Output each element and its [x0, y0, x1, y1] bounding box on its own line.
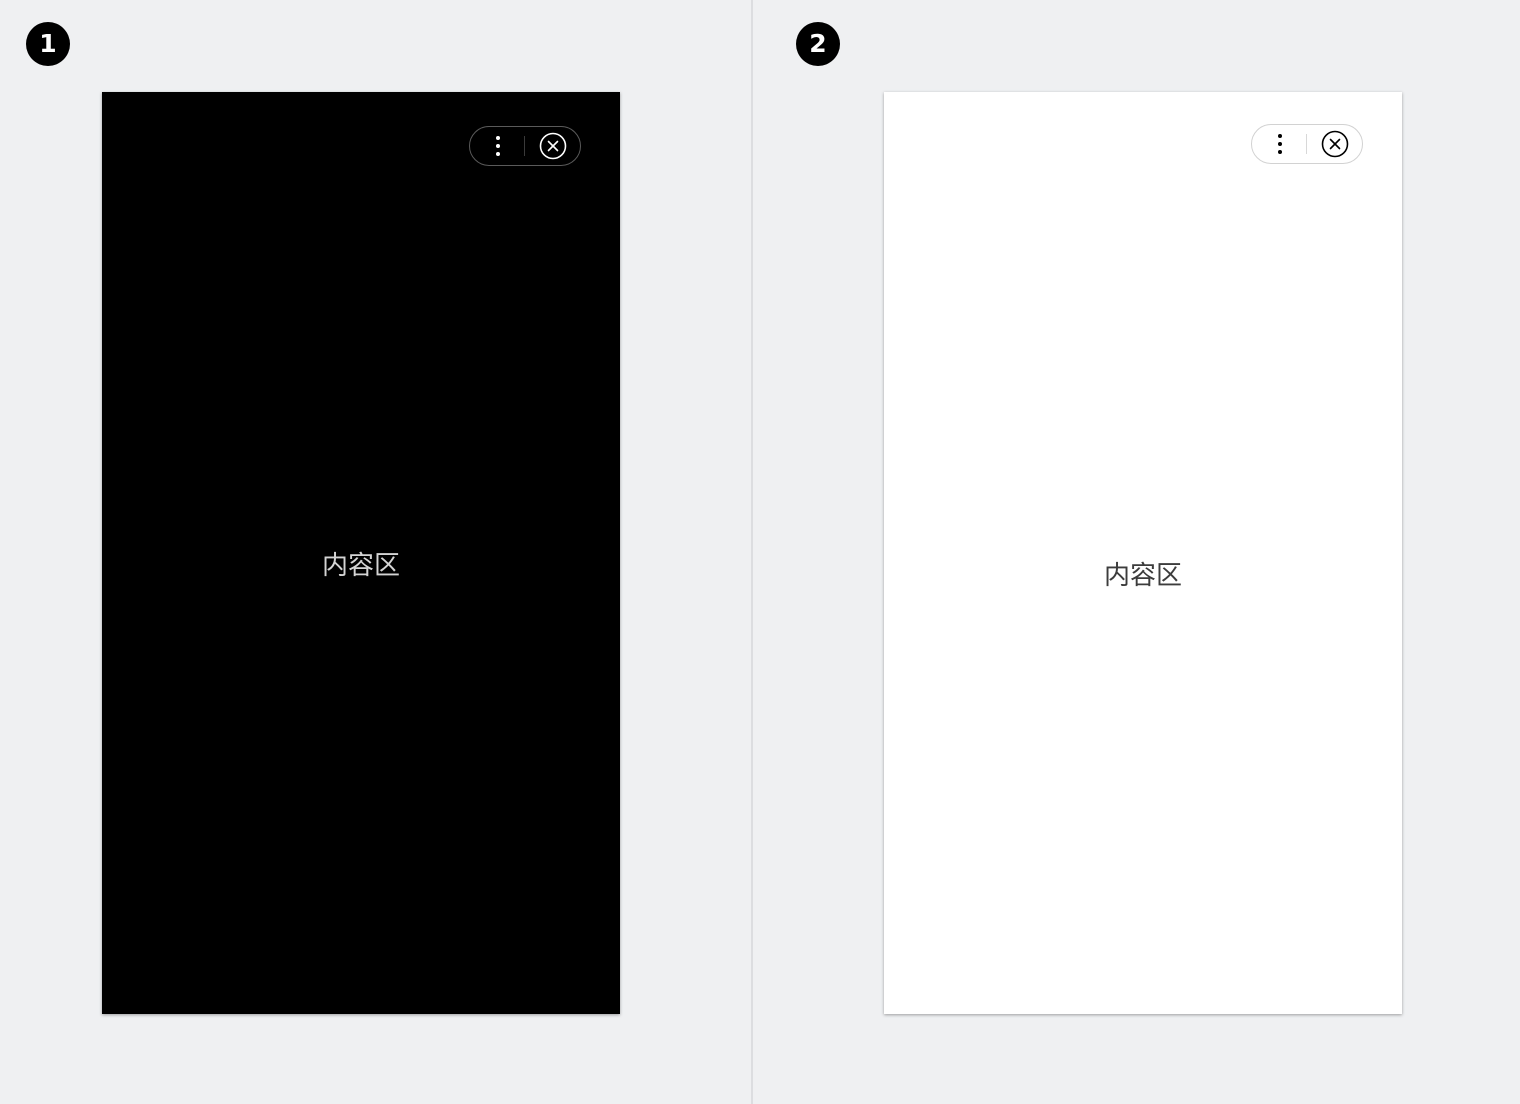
content-area-label: 内容区 [1103, 561, 1182, 591]
more-vertical-icon [495, 136, 500, 156]
close-circle-icon [1321, 130, 1348, 158]
step-marker-2: 2 [796, 22, 840, 66]
close-button[interactable] [525, 127, 580, 165]
capsule-menu-bar [1251, 124, 1363, 164]
step-marker-1: 1 [26, 22, 70, 66]
capsule-menu-bar [469, 126, 581, 166]
more-button[interactable] [1252, 125, 1307, 163]
content-area-label: 内容区 [321, 551, 400, 581]
close-button[interactable] [1307, 125, 1362, 163]
close-circle-icon [539, 132, 566, 160]
light-mini-program-screen: 内容区 [884, 92, 1402, 1014]
more-vertical-icon [1277, 134, 1282, 154]
section-divider [751, 0, 753, 1104]
dark-mini-program-screen: 内容区 [102, 92, 620, 1014]
more-button[interactable] [470, 127, 525, 165]
